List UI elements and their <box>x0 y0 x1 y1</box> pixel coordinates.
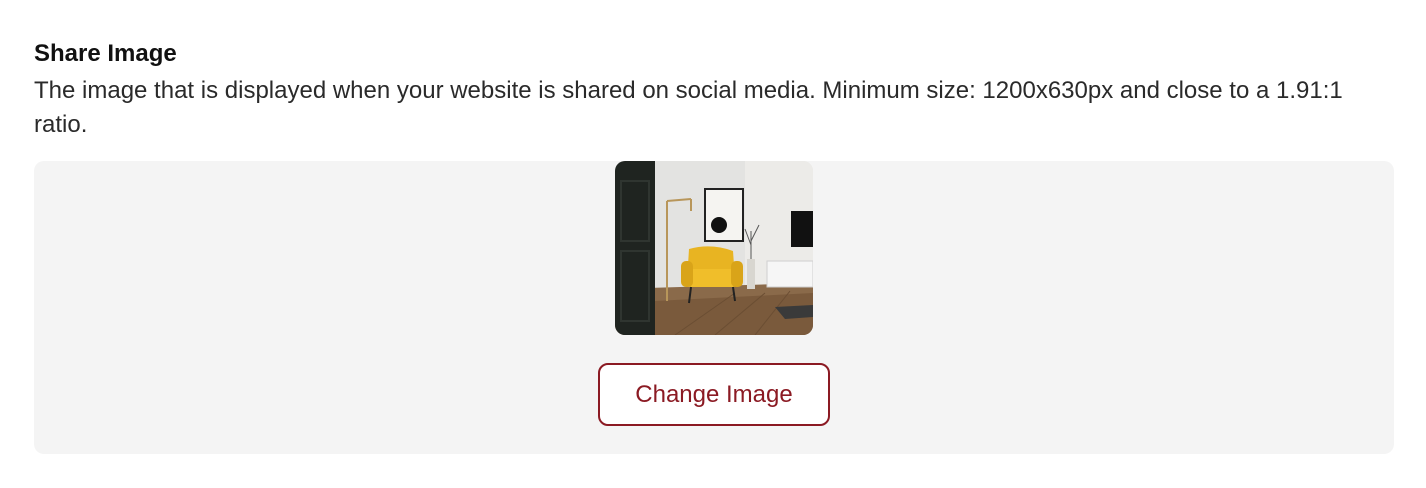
change-image-button[interactable]: Change Image <box>598 363 830 426</box>
section-description: The image that is displayed when your we… <box>34 77 1343 138</box>
share-image-section: Share Image The image that is displayed … <box>34 38 1394 142</box>
share-image-preview <box>615 161 813 335</box>
image-preview-panel: Change Image <box>34 161 1394 454</box>
section-title: Share Image <box>34 40 177 67</box>
